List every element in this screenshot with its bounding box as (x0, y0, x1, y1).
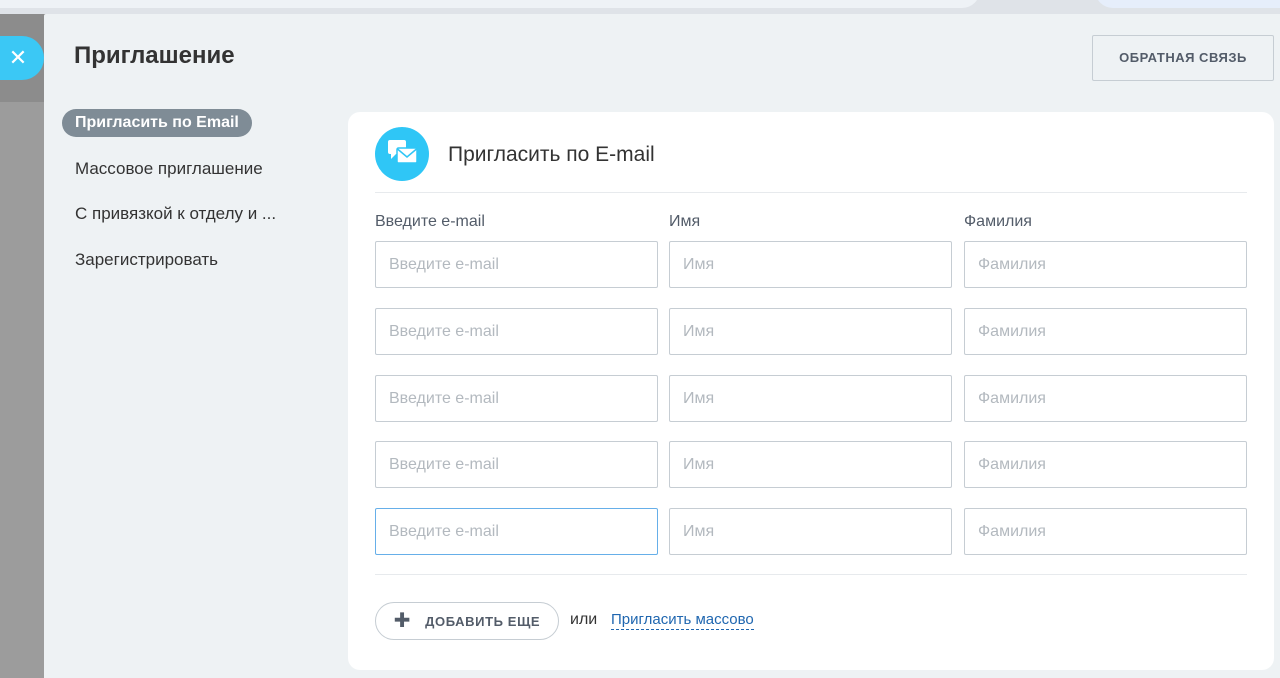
email-field[interactable] (375, 441, 658, 488)
name-field[interactable] (669, 375, 952, 422)
surname-field[interactable] (964, 308, 1247, 355)
email-field[interactable] (375, 241, 658, 288)
or-text: или (570, 611, 598, 628)
divider (375, 192, 1247, 193)
close-icon: ✕ (8, 45, 28, 70)
name-field[interactable] (669, 308, 952, 355)
feedback-button[interactable]: ОБРАТНАЯ СВЯЗЬ (1092, 35, 1274, 81)
email-field[interactable] (375, 308, 658, 355)
name-field[interactable] (669, 241, 952, 288)
email-field[interactable] (375, 375, 658, 422)
invite-menu: Пригласить по Email Массовое приглашение… (62, 109, 289, 291)
mass-invite-link[interactable]: Пригласить массово (611, 611, 754, 630)
invite-email-card: Пригласить по E-mail Введите e-mail Имя … (348, 112, 1274, 670)
name-field[interactable] (669, 508, 952, 555)
plus-icon: ✚ (393, 610, 412, 632)
menu-item-mass-invite[interactable]: Массовое приглашение (62, 155, 289, 183)
add-more-button[interactable]: ✚ ДОБАВИТЬ ЕЩЕ (375, 602, 559, 640)
surname-column-label: Фамилия (964, 213, 1032, 230)
email-column-label: Введите e-mail (375, 213, 485, 230)
surname-field[interactable] (964, 241, 1247, 288)
add-more-label: ДОБАВИТЬ ЕЩЕ (425, 613, 541, 629)
menu-item-invite-email[interactable]: Пригласить по Email (62, 109, 252, 137)
name-column-label: Имя (669, 213, 701, 230)
name-field[interactable] (669, 441, 952, 488)
chat-bubble-envelope-icon (375, 127, 429, 181)
surname-field[interactable] (964, 375, 1247, 422)
menu-item-invite-department[interactable]: С привязкой к отделу и ... (62, 200, 289, 228)
background-topbar (0, 0, 1280, 14)
close-slider-button[interactable]: ✕ (0, 36, 44, 80)
divider (375, 574, 1247, 575)
invite-slider: Приглашение ОБРАТНАЯ СВЯЗЬ Пригласить по… (44, 14, 1280, 678)
surname-field[interactable] (964, 441, 1247, 488)
page-title: Приглашение (74, 42, 235, 69)
email-field[interactable] (375, 508, 658, 555)
card-title: Пригласить по E-mail (448, 143, 655, 166)
background-topbar-pill (1095, 0, 1280, 8)
menu-item-register[interactable]: Зарегистрировать (62, 246, 289, 274)
background-search-bar (0, 0, 980, 8)
surname-field[interactable] (964, 508, 1247, 555)
